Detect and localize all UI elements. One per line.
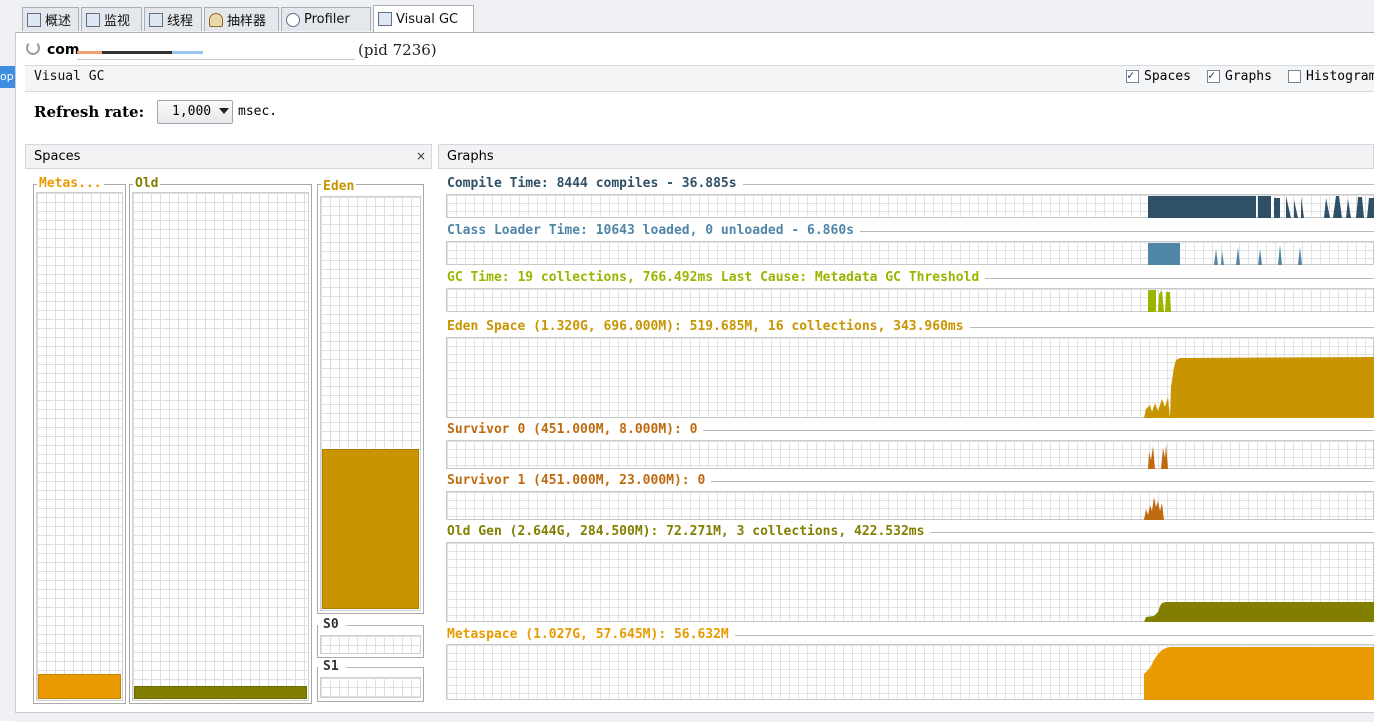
old-column: Old: [129, 177, 312, 704]
eden-column: Eden: [317, 180, 424, 614]
tab-label: Profiler: [304, 12, 350, 27]
tab-visual-gc[interactable]: Visual GC: [373, 5, 474, 32]
gc-time-label: GC Time: 19 collections, 766.492ms Last …: [447, 271, 986, 285]
eden-grid: [320, 196, 421, 611]
s1-column-label: S1: [321, 659, 341, 674]
old-gen-label: Old Gen (2.644G, 284.500M): 72.271M, 3 c…: [447, 525, 931, 539]
old-fill-bar: [134, 686, 307, 699]
s1-grid: [320, 677, 421, 698]
process-name-underline: [77, 59, 355, 60]
eden-space-label: Eden Space (1.320G, 696.000M): 519.685M,…: [447, 320, 970, 334]
metaspace-trace: [1144, 647, 1374, 700]
graphs-panel-title: Graphs: [447, 149, 494, 164]
sampler-icon: [209, 12, 223, 27]
tab-label: 监视: [104, 14, 131, 29]
checkbox-checked-icon[interactable]: [1207, 68, 1220, 83]
gc-time-trace: [1148, 290, 1171, 312]
eden-fill-bar: [322, 449, 419, 609]
compile-time-label: Compile Time: 8444 compiles - 36.885s: [447, 177, 743, 191]
tab-monitor[interactable]: 监视: [81, 7, 142, 31]
close-icon[interactable]: ×: [416, 149, 426, 163]
process-name: com: [47, 42, 80, 58]
checkbox-unchecked-icon[interactable]: [1288, 70, 1301, 83]
histogram-checkbox[interactable]: Histogram: [1288, 69, 1374, 84]
survivor-0-trace: [1148, 444, 1168, 469]
metaspace-column-label: Metas...: [37, 176, 104, 191]
metaspace-grid: [36, 192, 123, 701]
tab-label: 抽样器: [227, 14, 267, 29]
old-column-label: Old: [133, 176, 161, 191]
metaspace-fill-bar: [38, 674, 121, 699]
clock-icon: [286, 12, 300, 27]
checkbox-label: Histogram: [1306, 69, 1374, 84]
visualgc-icon: [378, 12, 392, 26]
compile-time-trace: [1148, 196, 1374, 218]
s0-grid: [320, 635, 421, 654]
metaspace-graph-label: Metaspace (1.027G, 57.645M): 56.632M: [447, 628, 735, 642]
metaspace-column: Metas...: [33, 177, 126, 704]
spaces-panel-title: Spaces: [34, 149, 81, 164]
refresh-rate-label: Refresh rate:: [34, 103, 145, 121]
visual-gc-title: Visual GC: [34, 69, 105, 84]
tab-label: 线程: [167, 14, 194, 29]
graphs-panel-header: Graphs: [438, 144, 1374, 169]
eden-column-label: Eden: [321, 179, 357, 194]
tab-label: Visual GC: [396, 11, 459, 27]
threads-icon: [149, 12, 163, 27]
tab-threads[interactable]: 线程: [144, 7, 202, 31]
survivor-1-label: Survivor 1 (451.000M, 23.000M): 0: [447, 474, 712, 488]
tab-bar: 概述 监视 线程 抽样器 Profiler Visual GC: [15, 0, 1374, 33]
s0-column-label: S0: [321, 617, 341, 632]
class-loader-label: Class Loader Time: 10643 loaded, 0 unloa…: [447, 224, 860, 238]
left-window-strip: [0, 0, 16, 721]
redacted-process-name: [77, 51, 203, 54]
checkbox-checked-icon[interactable]: [1126, 68, 1139, 83]
survivor-0-label: Survivor 0 (451.000M, 8.000M): 0: [447, 423, 704, 437]
loading-spinner-icon: [26, 41, 40, 55]
s1-column: S1: [317, 660, 424, 702]
overview-icon: [27, 12, 41, 27]
monitor-icon: [86, 12, 100, 27]
refresh-rate-unit: msec.: [238, 104, 278, 119]
eden-space-trace: [1144, 357, 1374, 418]
tab-profiler[interactable]: Profiler: [281, 7, 371, 31]
tab-overview[interactable]: 概述: [22, 7, 79, 31]
checkbox-label: Spaces: [1144, 69, 1191, 84]
graphs-checkbox[interactable]: Graphs: [1207, 68, 1272, 84]
tab-label: 概述: [45, 14, 72, 29]
spaces-panel-header: Spaces: [25, 144, 432, 169]
survivor-1-trace: [1144, 497, 1164, 520]
left-node-label: op: [0, 70, 14, 83]
chevron-down-icon[interactable]: [219, 108, 229, 114]
spaces-checkbox[interactable]: Spaces: [1126, 68, 1191, 84]
old-gen-trace: [1144, 602, 1374, 622]
s0-column: S0: [317, 618, 424, 658]
old-grid: [132, 192, 309, 701]
process-pid: (pid 7236): [358, 41, 437, 59]
class-loader-trace: [1148, 243, 1302, 265]
tab-sampler[interactable]: 抽样器: [204, 7, 279, 31]
left-selected-node[interactable]: op: [0, 66, 15, 88]
checkbox-label: Graphs: [1225, 69, 1272, 84]
